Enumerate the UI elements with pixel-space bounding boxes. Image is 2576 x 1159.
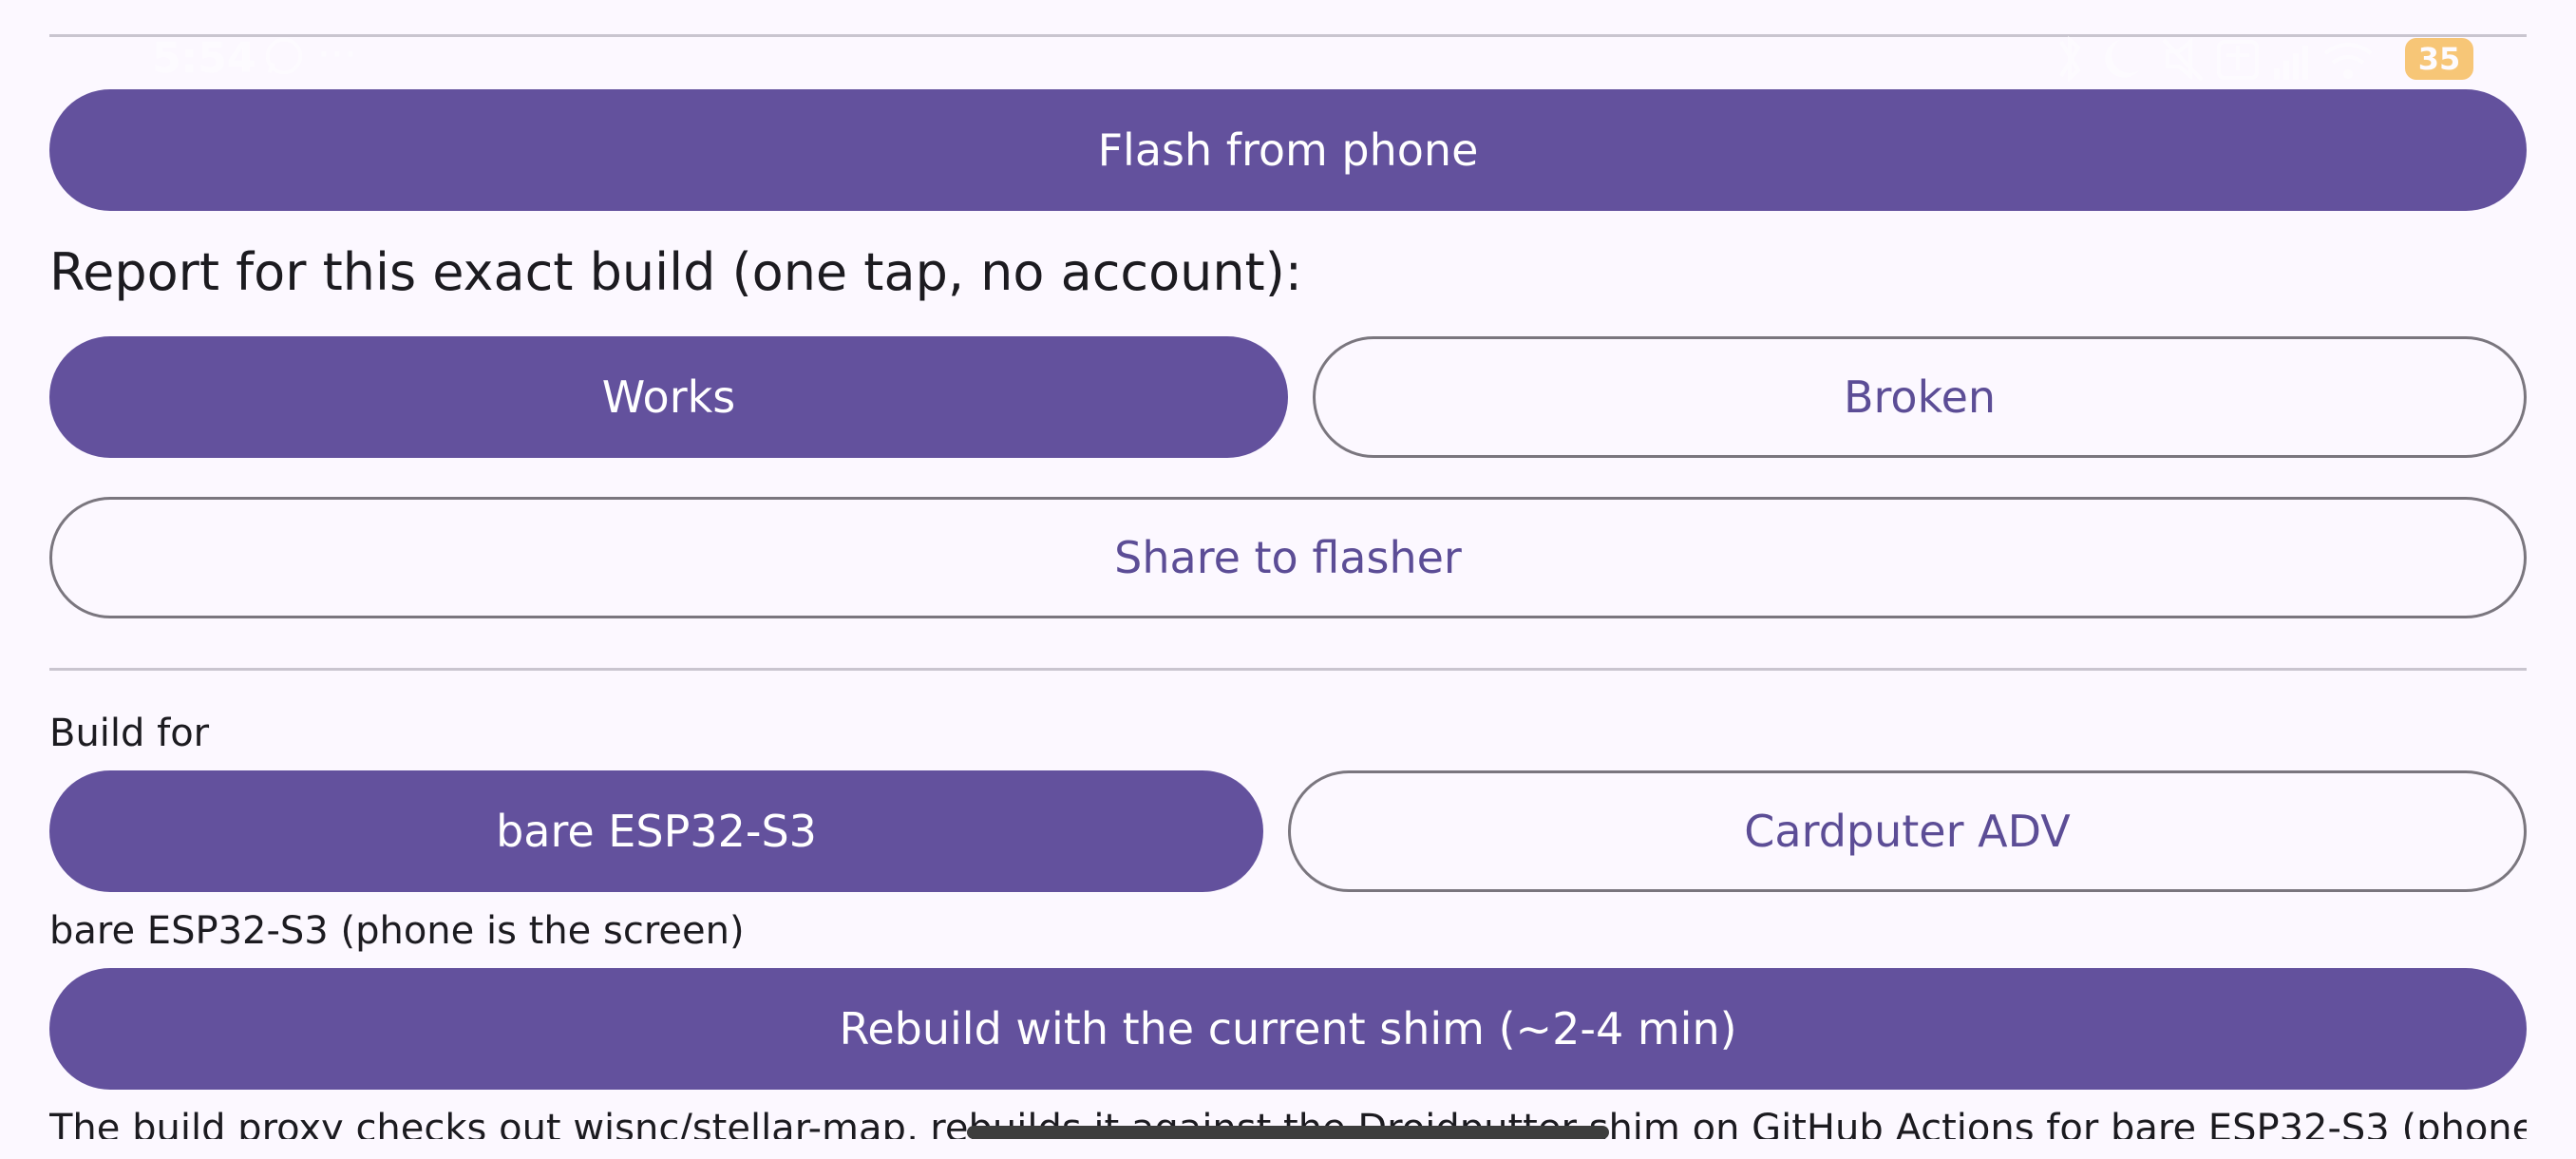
status-time: 5:54 [152,34,256,83]
wifi-icon [2323,43,2373,79]
battery-saver-icon [2217,40,2259,80]
flash-from-phone-button[interactable]: Flash from phone [49,89,2527,211]
report-label: Report for this exact build (one tap, no… [49,242,1302,302]
whatsapp-icon [265,37,303,75]
mute-icon [2162,37,2204,82]
share-to-flasher-button[interactable]: Share to flasher [49,497,2527,618]
bluetooth-icon [2059,35,2081,83]
battery-icon: 35 [2405,38,2473,80]
do-not-disturb-icon [2105,40,2139,78]
works-button[interactable]: Works [49,336,1288,458]
rebuild-button[interactable]: Rebuild with the current shim (~2-4 min) [49,968,2527,1090]
build-option-bare-esp32-s3[interactable]: bare ESP32-S3 [49,770,1263,892]
signal-icon [2274,46,2308,80]
target-description: bare ESP32-S3 (phone is the screen) [49,909,745,953]
build-for-label: Build for [49,712,210,755]
navigation-gesture-handle[interactable] [967,1126,1609,1139]
app-screen: 5:54 ··· 35 Flash from phone Report for … [0,0,2576,1159]
top-divider [49,34,2527,37]
build-option-cardputer-adv[interactable]: Cardputer ADV [1288,770,2527,892]
system-status-icons [2059,35,2373,83]
broken-button[interactable]: Broken [1313,336,2527,458]
section-divider [49,668,2527,671]
